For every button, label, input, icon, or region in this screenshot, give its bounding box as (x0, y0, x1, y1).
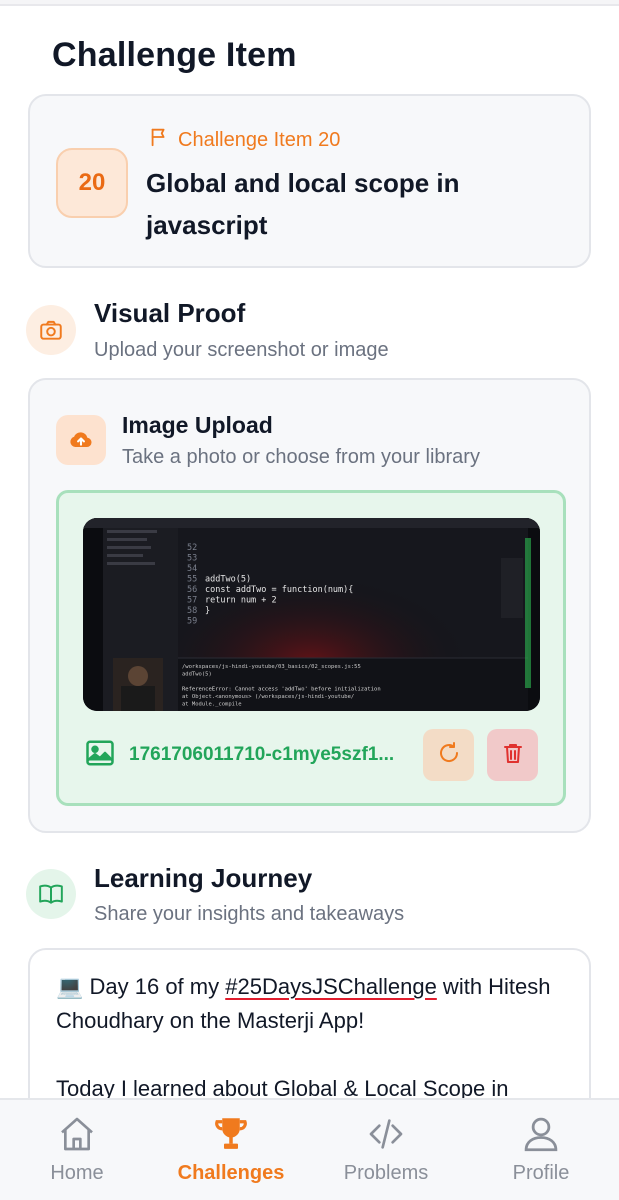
delete-image-button[interactable] (487, 729, 538, 781)
learning-journey-title: Learning Journey (94, 863, 313, 893)
code-line-text: return num + 2 (205, 596, 277, 606)
image-upload-title: Image Upload (122, 412, 273, 438)
visual-proof-subtitle: Upload your screenshot or image (94, 339, 389, 361)
terminal-line: addTwo(5) (182, 672, 212, 678)
image-upload-card: Image Upload Take a photo or choose from… (28, 378, 591, 833)
challenge-title: Global and local scope in javascript (146, 168, 460, 240)
image-file-icon (85, 739, 115, 772)
replace-image-button[interactable] (423, 729, 474, 781)
code-line-text: const addTwo = function(num){ (205, 585, 353, 595)
terminal-line: at Object.<anonymous> (/workspaces/js-hi… (182, 694, 354, 700)
challenge-tag-label: Challenge Item 20 (178, 128, 341, 151)
uploaded-file-name: 1761706011710-c1mye5szf1... (129, 744, 395, 765)
nav-label-challenges: Challenges (177, 1162, 285, 1184)
code-line-number: 54 (187, 564, 197, 574)
code-line-number: 53 (187, 554, 197, 564)
nav-label-problems: Problems (343, 1162, 429, 1184)
code-line-number: 55 (187, 575, 197, 585)
page-title: Challenge Item (52, 36, 297, 74)
trophy-icon (209, 1112, 253, 1156)
journey-hashtag: #25DaysJSChallenge (225, 974, 437, 999)
trash-icon (501, 741, 525, 770)
code-line-number: 56 (187, 585, 197, 595)
top-divider (0, 0, 619, 6)
nav-item-home[interactable]: Home (0, 1100, 154, 1200)
flag-icon (148, 126, 170, 154)
code-line-text: addTwo(5) (205, 575, 251, 585)
journey-text-prefix: 💻 Day 16 of my (56, 974, 226, 999)
code-line-text: } (205, 606, 210, 616)
terminal-line: /workspaces/js-hindi-youtube/03_basics/0… (182, 664, 361, 670)
nav-label-home: Home (50, 1162, 104, 1184)
refresh-icon (437, 741, 461, 770)
open-book-icon (26, 869, 76, 919)
code-icon (363, 1112, 409, 1156)
learning-journey-subtitle: Share your insights and takeaways (94, 903, 405, 925)
nav-item-profile[interactable]: Profile (464, 1100, 618, 1200)
code-line-number: 59 (187, 617, 197, 627)
bottom-nav: Home Challenges Problems Profile (0, 1098, 619, 1200)
challenge-card: 20 Challenge Item 20 Global and local sc… (28, 94, 591, 268)
visual-proof-title: Visual Proof (94, 298, 246, 328)
nav-item-problems[interactable]: Problems (309, 1100, 463, 1200)
code-line-number: 58 (187, 606, 197, 616)
nav-item-challenges[interactable]: Challenges (154, 1100, 308, 1200)
home-icon (55, 1112, 99, 1156)
camera-icon (26, 305, 76, 355)
code-line-number: 52 (187, 543, 197, 553)
uploaded-screenshot-image[interactable]: 52 53 54 55 addTwo(5) 56 const addTwo = functi… (83, 518, 540, 711)
user-icon (520, 1112, 562, 1156)
challenge-number-badge: 20 (56, 148, 128, 218)
learning-journey-text[interactable]: 💻 Day 16 of my #25DaysJSChallenge with H… (56, 970, 566, 1106)
terminal-line: ReferenceError: Cannot access 'addTwo' b… (182, 687, 381, 693)
uploaded-proof-box: 52 53 54 55 addTwo(5) 56 const addTwo = functi… (56, 490, 566, 806)
terminal-line: at Module._compile (182, 702, 242, 708)
image-upload-subtitle: Take a photo or choose from your library (122, 446, 480, 468)
nav-label-profile: Profile (512, 1162, 570, 1184)
code-line-number: 57 (187, 596, 197, 606)
challenge-tag: Challenge Item 20 (148, 126, 340, 154)
cloud-upload-icon (56, 415, 106, 465)
uploaded-file-row: 1761706011710-c1mye5szf1... (85, 729, 540, 781)
